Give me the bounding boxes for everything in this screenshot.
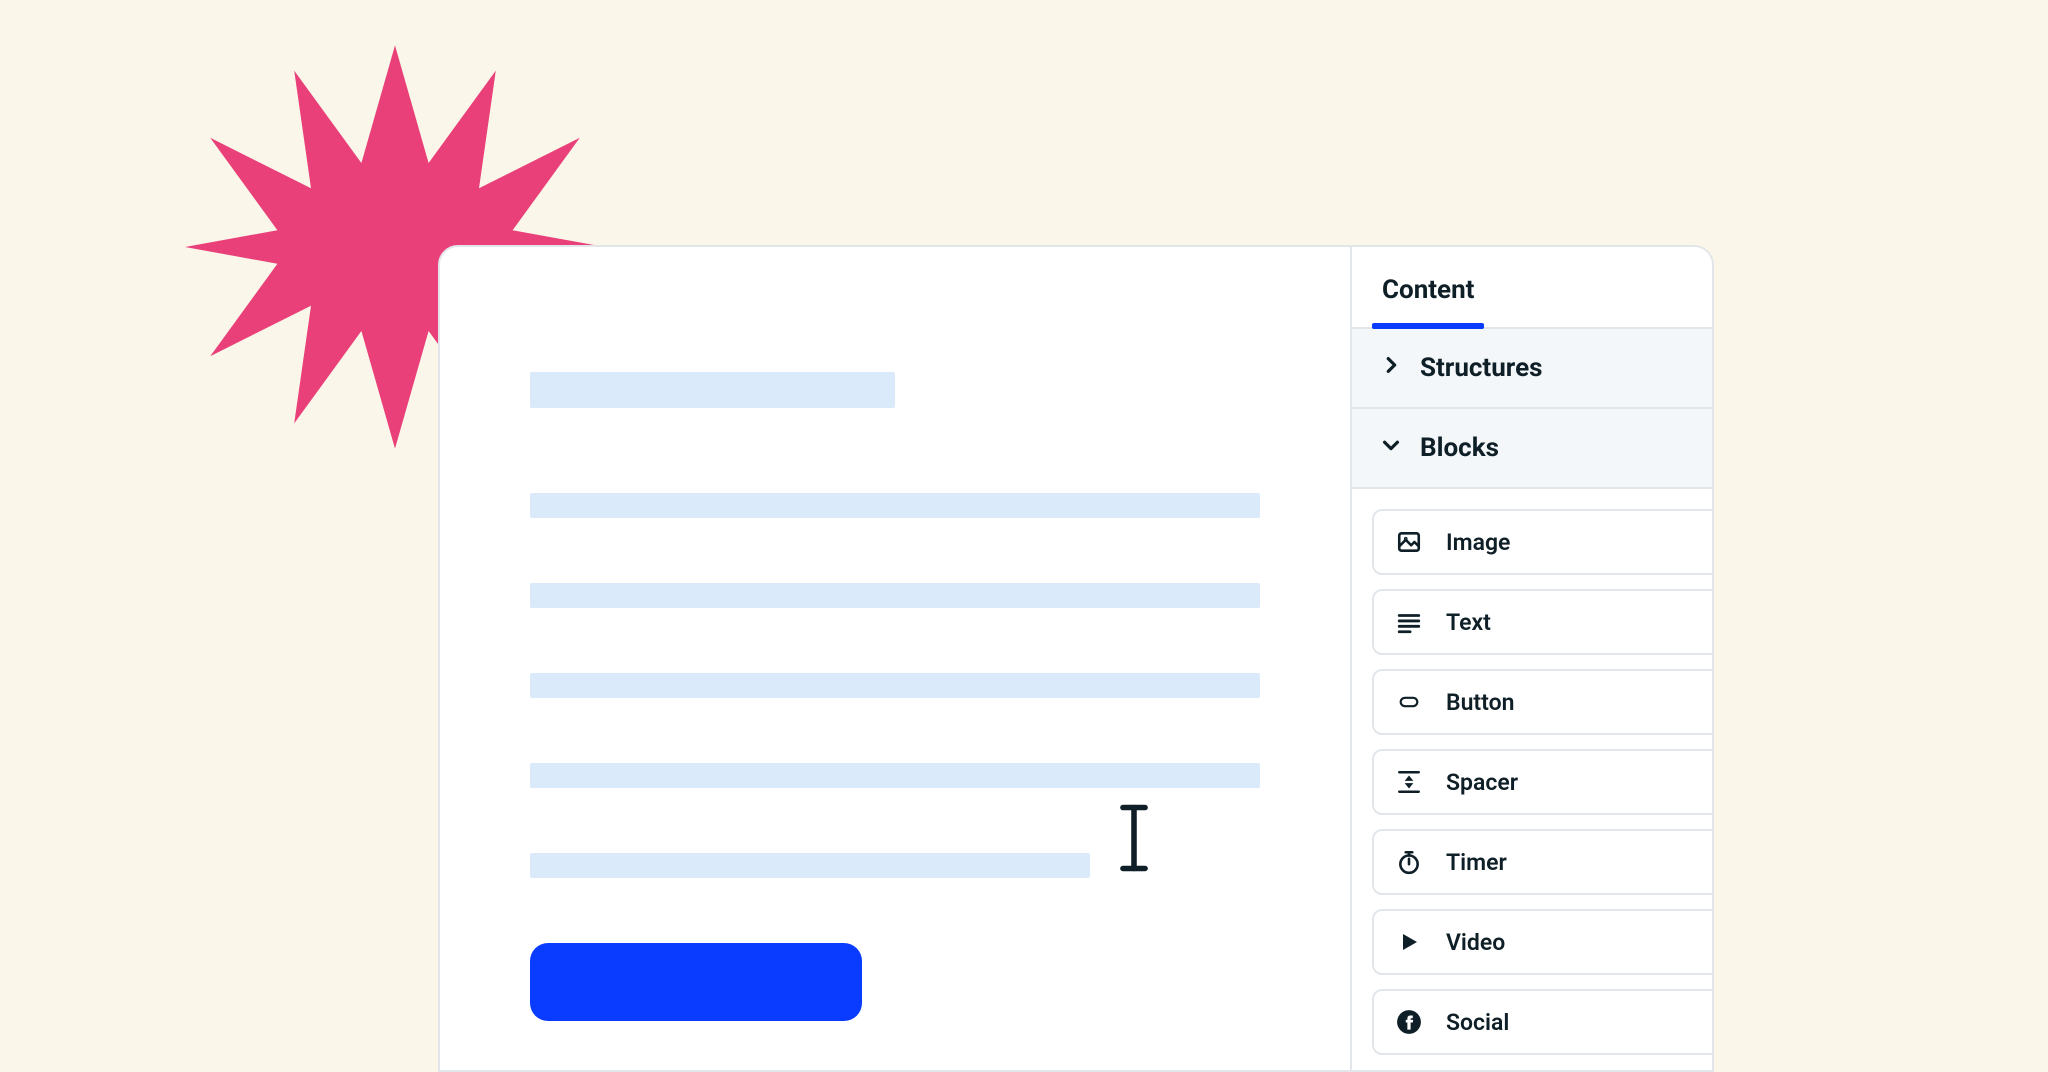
sidebar-panel: Content Structures Blocks: [1350, 247, 1714, 1070]
placeholder-line: [530, 493, 1260, 518]
placeholder-line: [530, 763, 1260, 788]
block-item-image[interactable]: Image: [1372, 509, 1714, 575]
email-canvas[interactable]: [440, 247, 1350, 1070]
block-label: Image: [1446, 529, 1510, 556]
section-structures[interactable]: Structures: [1352, 327, 1714, 409]
block-label: Text: [1446, 609, 1491, 636]
tab-label: Content: [1382, 275, 1474, 305]
text-lines-icon: [1394, 607, 1424, 637]
chevron-down-icon: [1380, 433, 1402, 463]
image-icon: [1394, 527, 1424, 557]
placeholder-line: [530, 583, 1260, 608]
blocks-list: Image Text Button: [1352, 489, 1714, 1055]
section-blocks[interactable]: Blocks: [1352, 409, 1714, 489]
block-item-spacer[interactable]: Spacer: [1372, 749, 1714, 815]
block-item-video[interactable]: Video: [1372, 909, 1714, 975]
chevron-right-icon: [1380, 353, 1402, 383]
block-label: Spacer: [1446, 769, 1518, 796]
button-pill-icon: [1394, 687, 1424, 717]
block-item-text[interactable]: Text: [1372, 589, 1714, 655]
text-cursor-icon: [1120, 802, 1148, 874]
block-label: Button: [1446, 689, 1514, 716]
block-label: Social: [1446, 1009, 1509, 1036]
facebook-icon: [1394, 1007, 1424, 1037]
spacer-icon: [1394, 767, 1424, 797]
block-item-timer[interactable]: Timer: [1372, 829, 1714, 895]
block-item-button[interactable]: Button: [1372, 669, 1714, 735]
cta-button-placeholder[interactable]: [530, 943, 862, 1021]
block-label: Video: [1446, 929, 1505, 956]
section-label: Blocks: [1420, 433, 1499, 463]
block-item-social[interactable]: Social: [1372, 989, 1714, 1055]
editor-window: Content Structures Blocks: [438, 245, 1714, 1072]
placeholder-line: [530, 673, 1260, 698]
tab-content[interactable]: Content: [1372, 247, 1484, 327]
block-label: Timer: [1446, 849, 1507, 876]
placeholder-line: [530, 853, 1090, 878]
stopwatch-icon: [1394, 847, 1424, 877]
placeholder-heading: [530, 372, 895, 408]
sidebar-tabs: Content: [1352, 247, 1714, 327]
play-icon: [1394, 927, 1424, 957]
section-label: Structures: [1420, 353, 1542, 383]
